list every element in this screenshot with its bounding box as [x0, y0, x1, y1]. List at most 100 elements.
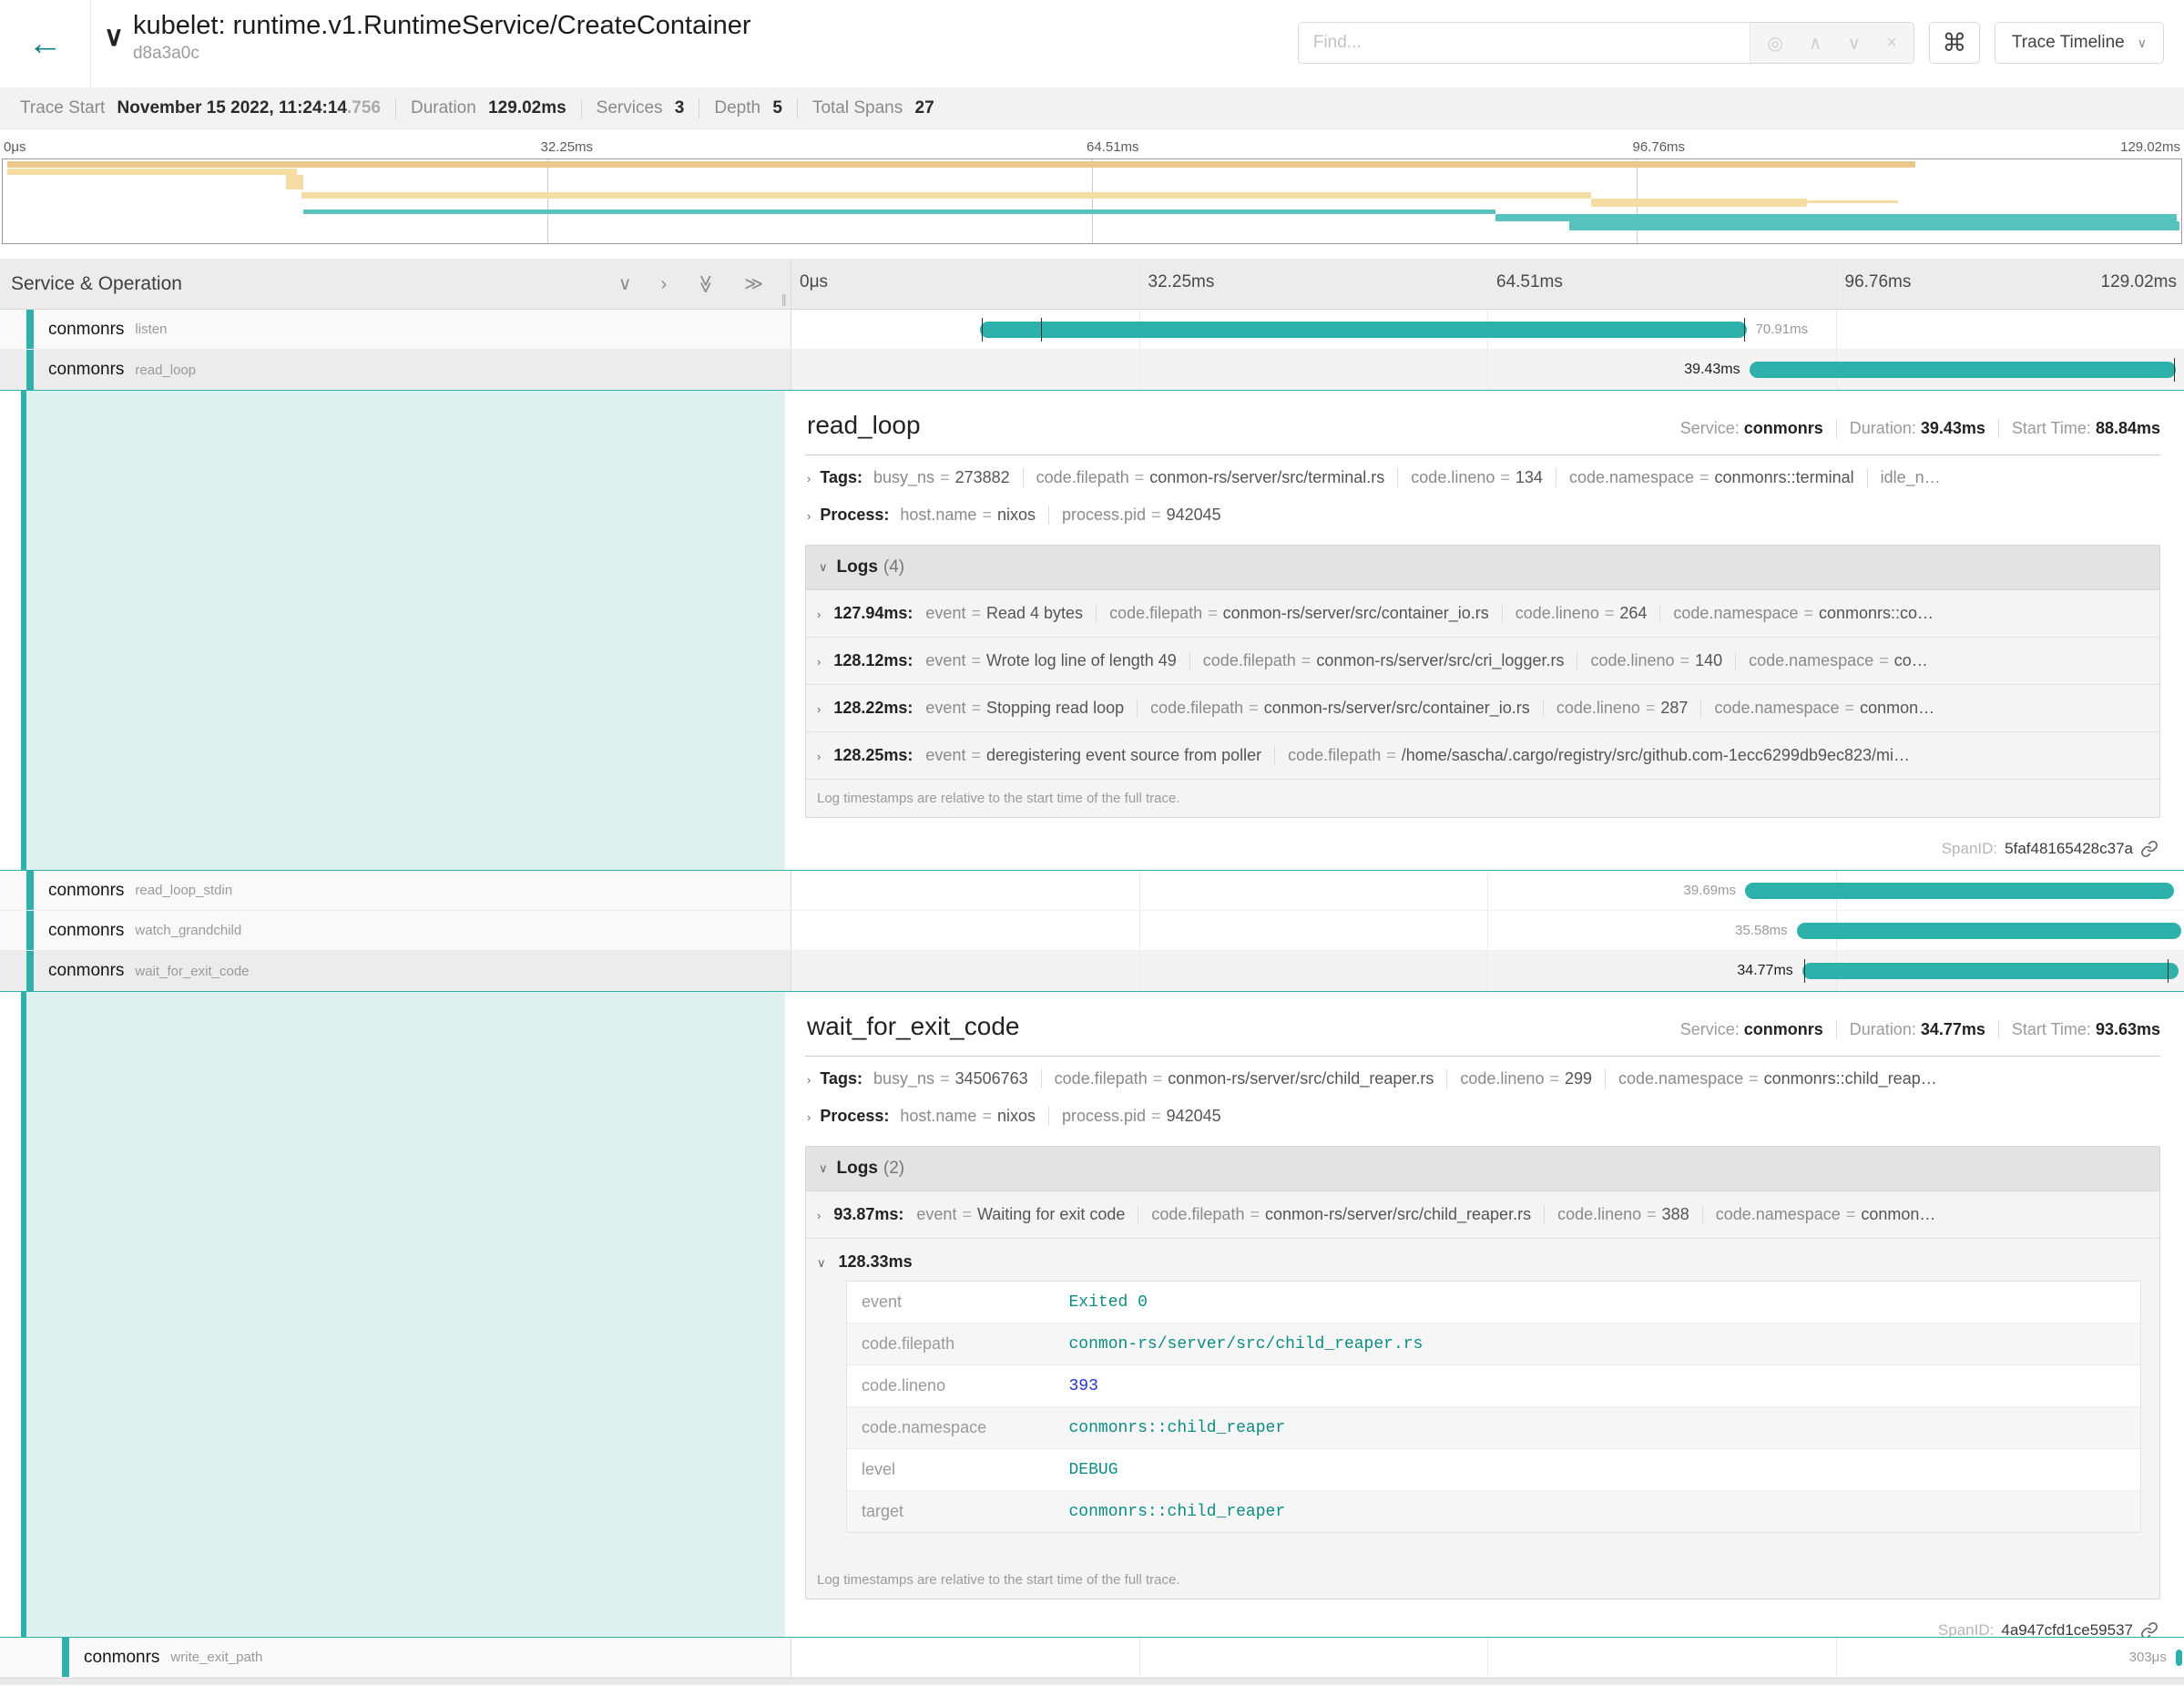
logs-count: (2): [883, 1159, 904, 1179]
summary-value-suffix: .756: [347, 98, 381, 118]
pair-key: code.filepath: [1203, 651, 1296, 669]
chevron-down-icon: ∨: [817, 1256, 826, 1270]
logs-header[interactable]: ∨Logs (2): [806, 1147, 2159, 1191]
pair-value: conmon-rs/server/src/child_reaper.rs: [1168, 1069, 1434, 1088]
pair-key: code.lineno: [1460, 1069, 1544, 1088]
clear-search-icon[interactable]: ×: [1886, 33, 1897, 54]
find-input[interactable]: [1299, 23, 1750, 63]
span-meta: Service: conmonrsDuration: 34.77msStart …: [1668, 1020, 2160, 1039]
next-result-icon[interactable]: ∨: [1848, 32, 1862, 55]
summary-label: Duration: [411, 98, 476, 118]
deep-link-icon[interactable]: [2140, 840, 2158, 858]
pair-key: busy_ns: [873, 1069, 934, 1088]
pair-value: Wrote log line of length 49: [986, 651, 1177, 669]
span-duration-bar[interactable]: [1797, 923, 2181, 939]
service-name: conmonrs: [48, 881, 124, 901]
meta-label: Start Time:: [2012, 1020, 2096, 1038]
pair-key: event: [925, 699, 965, 717]
collapse-one-icon[interactable]: ∨: [618, 275, 632, 293]
log-entry[interactable]: ›128.25ms:event=deregistering event sour…: [806, 732, 2159, 780]
detail-content: wait_for_exit_codeService: conmonrsDurat…: [785, 992, 2184, 1637]
span-name-cell[interactable]: conmonrswrite_exit_path: [0, 1638, 791, 1678]
pair-equals: =: [965, 746, 986, 764]
prev-result-icon[interactable]: ∧: [1809, 32, 1822, 55]
pair-value: conmonrs::terminal: [1715, 468, 1854, 486]
process-accordion[interactable]: ›Process:host.name=nixosprocess.pid=9420…: [805, 1098, 2160, 1135]
pair-equals: =: [1599, 604, 1620, 622]
service-operation-title: Service & Operation: [11, 273, 182, 295]
span-meta-item: Service: conmonrs: [1668, 1020, 1823, 1039]
keyboard-shortcuts-button[interactable]: ⌘: [1929, 22, 1980, 64]
span-timeline-cell[interactable]: 303μs: [791, 1638, 2184, 1678]
pair-key: code.filepath: [1150, 699, 1243, 717]
span-duration-bar[interactable]: [1802, 963, 2179, 979]
service-name: conmonrs: [84, 1648, 159, 1668]
pair-equals: =: [1544, 1069, 1565, 1088]
detail-left-pane: [21, 992, 785, 1637]
key-value-pair: code.lineno=287: [1543, 699, 1701, 718]
process-accordion[interactable]: ›Process:host.name=nixosprocess.pid=9420…: [805, 496, 2160, 534]
span-row-listen[interactable]: conmonrslisten70.91ms: [0, 310, 2184, 350]
span-row-read_loop[interactable]: conmonrsread_loop39.43ms: [0, 350, 2184, 390]
log-entry[interactable]: ›128.22ms:event=Stopping read loopcode.f…: [806, 685, 2159, 732]
span-name-cell[interactable]: conmonrsread_loop: [0, 350, 791, 390]
span-timeline-cell[interactable]: 39.69ms: [791, 871, 2184, 911]
span-name-cell[interactable]: conmonrslisten: [0, 310, 791, 350]
match-locate-icon[interactable]: ◎: [1767, 32, 1782, 55]
logs-accordion: ∨Logs (2)›93.87ms:event=Waiting for exit…: [805, 1146, 2160, 1599]
find-tools: ◎ ∧ ∨ ×: [1750, 23, 1913, 63]
log-entry[interactable]: ›127.94ms:event=Read 4 bytescode.filepat…: [806, 590, 2159, 638]
key-value-pair: code.filepath=conmon-rs/server/src/cri_l…: [1189, 651, 1577, 670]
collapse-all-icon[interactable]: ≫: [697, 274, 715, 293]
expand-all-icon[interactable]: ≫: [744, 275, 763, 293]
span-name-cell[interactable]: conmonrswatch_grandchild: [0, 911, 791, 951]
logs-footer-note: Log timestamps are relative to the start…: [806, 780, 2159, 817]
span-row-wait_for_exit_code[interactable]: conmonrswait_for_exit_code34.77ms: [0, 951, 2184, 991]
back-button[interactable]: ←: [0, 0, 91, 87]
pair-value: conmon…: [1861, 1205, 1935, 1223]
meta-label: Service:: [1680, 1020, 1744, 1038]
deep-link-icon[interactable]: [2140, 1621, 2158, 1637]
pair-key: event: [925, 746, 965, 764]
minimap-span-bar: [1807, 200, 1898, 203]
column-resizer[interactable]: ∥: [781, 292, 788, 307]
key-value-pair: process.pid=942045: [1048, 1107, 1234, 1126]
span-duration-bar[interactable]: [1745, 883, 2174, 899]
span-timeline-cell[interactable]: 34.77ms: [791, 951, 2184, 991]
log-entry-expanded[interactable]: ∨128.33mseventExited 0code.filepathconmo…: [806, 1239, 2159, 1561]
span-row-watch_grandchild[interactable]: conmonrswatch_grandchild35.58ms: [0, 911, 2184, 951]
log-entry-header: ∨128.33ms: [817, 1252, 2148, 1272]
logs-label: Logs: [837, 1159, 878, 1179]
minimap-canvas[interactable]: [2, 158, 2182, 244]
jaeger-trace-page: ← ∨ kubelet: runtime.v1.RuntimeService/C…: [0, 0, 2184, 1686]
span-name-cell[interactable]: conmonrswait_for_exit_code: [0, 951, 791, 991]
log-entry[interactable]: ›93.87ms:event=Waiting for exit codecode…: [806, 1191, 2159, 1239]
key-value-pair: host.name=nixos: [896, 506, 1048, 525]
span-row-write_exit_path[interactable]: conmonrswrite_exit_path303μs: [0, 1638, 2184, 1678]
logs-header[interactable]: ∨Logs (4): [806, 546, 2159, 590]
service-color-strip: [26, 911, 34, 950]
span-id-row: SpanID:4a947cfd1ce59537: [805, 1609, 2160, 1637]
span-timeline-cell[interactable]: 35.58ms: [791, 911, 2184, 951]
span-duration-bar[interactable]: [2176, 1650, 2183, 1666]
key-value-pair: code.lineno=299: [1446, 1069, 1605, 1088]
timeline-tick-label: 129.02ms: [2101, 272, 2177, 292]
expand-one-icon[interactable]: ›: [660, 275, 667, 293]
view-selector-button[interactable]: Trace Timeline ∨: [1995, 22, 2164, 64]
span-meta-item: Duration: 39.43ms: [1836, 419, 1985, 438]
tags-accordion[interactable]: ›Tags:busy_ns=34506763code.filepath=conm…: [805, 1060, 2160, 1098]
pair-equals: =: [1675, 651, 1696, 669]
tags-accordion[interactable]: ›Tags:busy_ns=273882code.filepath=conmon…: [805, 459, 2160, 496]
span-timeline-cell[interactable]: 70.91ms: [791, 310, 2184, 350]
span-detail-wait_for_exit_code: wait_for_exit_codeService: conmonrsDurat…: [0, 991, 2184, 1638]
span-timeline-cell[interactable]: 39.43ms: [791, 350, 2184, 390]
field-key: code.filepath: [847, 1323, 1055, 1365]
span-duration-bar[interactable]: [1750, 362, 2176, 378]
span-row-read_loop_stdin[interactable]: conmonrsread_loop_stdin39.69ms: [0, 871, 2184, 911]
pair-key: code.lineno: [1557, 1205, 1641, 1223]
span-duration-bar[interactable]: [980, 322, 1747, 338]
log-entry[interactable]: ›128.12ms:event=Wrote log line of length…: [806, 638, 2159, 685]
collapse-trace-chevron-icon[interactable]: ∨: [104, 24, 124, 51]
span-name-cell[interactable]: conmonrsread_loop_stdin: [0, 871, 791, 911]
meta-label: Duration:: [1850, 1020, 1921, 1038]
